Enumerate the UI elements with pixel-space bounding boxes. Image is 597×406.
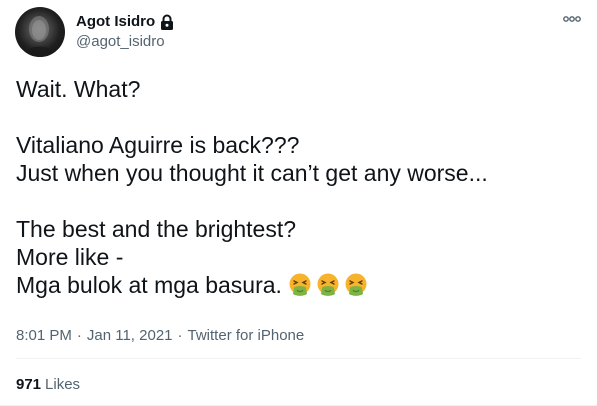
meta-separator: · [76, 327, 82, 344]
more-options-icon[interactable] [561, 10, 583, 28]
author-block: Agot Isidro @agot_isidro [76, 12, 175, 52]
tweet-line: Just when you thought it can’t get any w… [16, 160, 488, 186]
likes-stat[interactable]: 971 Likes [16, 375, 80, 395]
vomiting-face-emoji [345, 273, 367, 296]
tweet-line: Vitaliano Aguirre is back??? [16, 132, 300, 158]
tweet-line: The best and the brightest? [16, 216, 297, 242]
vomiting-face-emoji [289, 273, 311, 296]
author-name-row[interactable]: Agot Isidro [76, 12, 175, 32]
divider [16, 358, 581, 359]
tweet-line-with-emoji: Mga bulok at mga basura. [16, 271, 586, 299]
tweet-line: Mga bulok at mga basura. [16, 272, 282, 298]
avatar[interactable] [15, 7, 65, 57]
author-handle[interactable]: @agot_isidro [76, 32, 175, 52]
emoji-group [288, 273, 372, 297]
tweet-text: Wait. What? Vitaliano Aguirre is back???… [16, 75, 586, 299]
tweet-line: Wait. What? [16, 76, 141, 102]
lock-icon [161, 14, 174, 30]
avatar-photo [23, 16, 57, 57]
tweet-card: Agot Isidro @agot_isidro Wait. What? Vit… [0, 0, 597, 406]
tweet-meta: 8:01 PM · Jan 11, 2021 · Twitter for iPh… [16, 326, 304, 346]
likes-count: 971 [16, 376, 42, 393]
tweet-line: More like - [16, 244, 124, 270]
tweet-source[interactable]: Twitter for iPhone [188, 326, 305, 346]
vomiting-face-emoji [317, 273, 339, 296]
meta-separator: · [177, 327, 183, 344]
likes-label: Likes [45, 376, 81, 393]
tweet-time[interactable]: 8:01 PM [16, 326, 72, 346]
tweet-date[interactable]: Jan 11, 2021 [87, 326, 173, 346]
author-display-name[interactable]: Agot Isidro [76, 12, 155, 32]
